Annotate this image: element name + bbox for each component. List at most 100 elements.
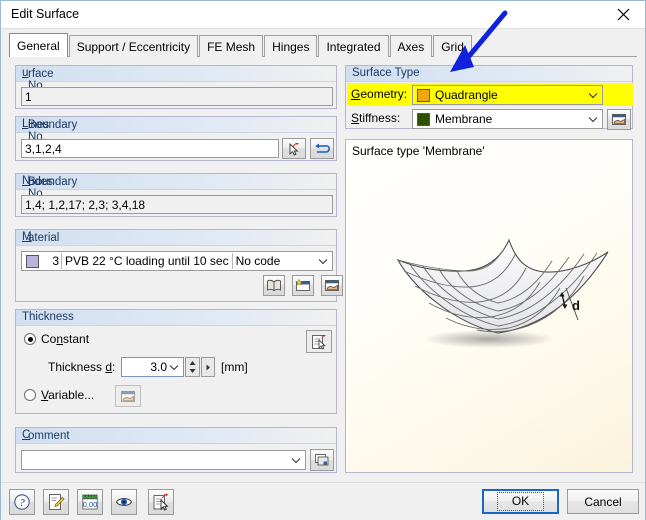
tab-support-eccentricity[interactable]: Support / Eccentricity	[68, 35, 199, 57]
stiffness-combobox[interactable]: Membrane	[412, 109, 603, 129]
title-bar: Edit Surface	[1, 1, 645, 29]
dialog-content: urface No. 1 Boundary Lines No. 3,1,2,4	[1, 57, 645, 482]
edit-material-icon	[325, 280, 339, 291]
comment-library-button[interactable]	[310, 449, 334, 471]
pencil-edit-icon	[49, 494, 65, 510]
stiffness-edit-button[interactable]	[607, 109, 631, 130]
constant-label-pre: Co	[41, 332, 57, 346]
tab-list: General Support / Eccentricity FE Mesh H…	[9, 33, 473, 57]
surface-no-caption-text: u rface No.	[22, 67, 54, 92]
tab-fe-mesh[interactable]: FE Mesh	[199, 35, 264, 57]
edit-button[interactable]	[43, 489, 69, 515]
boundary-nodes-caption: Boundary Nodes No.	[16, 174, 336, 200]
stiffness-label-post: tiffness:	[359, 111, 401, 125]
boundary-lines-caption: Boundary Lines No.	[16, 117, 336, 143]
view-button[interactable]	[111, 489, 137, 515]
tab-general[interactable]: General	[9, 33, 68, 57]
thickness-d-label-pre: Thickness	[48, 360, 106, 374]
comment-library-icon	[314, 454, 328, 466]
help-question-icon: ?	[14, 494, 30, 510]
chevron-down-icon	[318, 259, 328, 265]
edit-surface-dialog: Edit Surface General Support / Eccentric…	[0, 0, 646, 520]
edit-stiffness-icon	[612, 114, 626, 125]
constant-label-post: stant	[63, 332, 90, 346]
window-title: Edit Surface	[11, 7, 80, 21]
boundary-nodes-caption-text: Boundary Nodes No.	[22, 175, 77, 200]
chevron-down-icon	[169, 365, 179, 371]
bottom-bar: ? 0,00 OK Cancel	[1, 482, 645, 520]
thickness-caption: Thickness	[16, 310, 336, 326]
new-material-icon	[295, 279, 310, 291]
surface-type-group: Surface Type Geometry: Quadrangle Stiffn…	[345, 65, 633, 130]
ok-button[interactable]: OK	[482, 489, 559, 514]
stiffness-color-swatch	[417, 112, 430, 126]
info-button[interactable]	[148, 489, 174, 515]
spinner-arrows-icon	[189, 361, 196, 373]
tab-axes[interactable]: Axes	[389, 35, 433, 57]
thickness-unit: [mm]	[221, 360, 248, 374]
close-icon-glyph	[617, 8, 629, 21]
thickness-variable-edit-button[interactable]	[115, 385, 141, 407]
units-button[interactable]: 0,00	[77, 489, 103, 515]
geometry-combobox[interactable]: Quadrangle	[412, 85, 603, 105]
illustration-panel: Surface type 'Membrane' d	[345, 139, 633, 473]
membrane-surface-illustration: d	[396, 238, 609, 348]
close-icon[interactable]	[601, 1, 645, 28]
chevron-down-icon	[588, 93, 598, 99]
line-loop-icon	[315, 143, 330, 153]
eye-view-icon	[115, 498, 133, 506]
material-edit-button[interactable]	[321, 275, 343, 296]
boundary-lines-loop-button[interactable]	[310, 138, 334, 159]
boundary-lines-pick-button[interactable]	[282, 138, 306, 159]
radio-dot-constant	[24, 333, 36, 345]
tab-strip: General Support / Eccentricity FE Mesh H…	[1, 29, 645, 57]
tab-integrated[interactable]: Integrated	[318, 35, 389, 57]
comment-combobox[interactable]	[21, 450, 306, 470]
surface-shadow	[423, 330, 555, 348]
thickness-annotation-d: d	[572, 298, 580, 313]
ok-button-label: OK	[496, 492, 545, 511]
thickness-constant-label: Constant	[41, 332, 89, 346]
document-cursor-icon	[153, 494, 169, 511]
tab-grid[interactable]: Grid	[433, 35, 472, 57]
boundary-lines-caption-text: Boundary Lines No.	[22, 118, 77, 143]
stiffness-value: Membrane	[435, 112, 493, 126]
thickness-table-button[interactable]	[306, 330, 332, 353]
thickness-value-combobox[interactable]: 3.0	[121, 357, 184, 377]
thickness-spinner[interactable]	[185, 357, 200, 377]
cancel-button-label: Cancel	[584, 494, 622, 509]
thickness-table-icon	[311, 334, 326, 350]
variable-label-post: ariable...	[48, 388, 95, 402]
stiffness-label: Stiffness:	[351, 111, 400, 125]
material-group: Material 3 PVB 22 °C loading until 10 se…	[15, 229, 343, 302]
arrow-right-icon	[206, 364, 210, 370]
surface-no-input[interactable]: 1	[21, 87, 333, 106]
comment-caption: Comment	[16, 428, 336, 444]
material-combobox[interactable]: 3 PVB 22 °C loading until 10 sec No code	[21, 251, 333, 271]
thickness-variable-label: Variable...	[41, 388, 94, 402]
boundary-nodes-input[interactable]: 1,4; 1,2,17; 2,3; 3,4,18	[21, 195, 333, 214]
units-ruler-icon: 0,00	[82, 494, 98, 510]
help-button[interactable]: ?	[9, 489, 35, 515]
material-library-button[interactable]	[263, 275, 285, 296]
chevron-down-icon	[291, 458, 301, 464]
thickness-next-button[interactable]	[201, 357, 215, 377]
geometry-label-accel: G	[351, 87, 361, 101]
boundary-lines-input[interactable]: 3,1,2,4	[21, 139, 279, 158]
thickness-variable-radio[interactable]: Variable...	[24, 388, 94, 402]
pick-cursor-icon	[289, 142, 299, 156]
thickness-constant-radio[interactable]: Constant	[24, 332, 89, 346]
surface-no-group: u rface No. 1	[15, 65, 337, 109]
boundary-nodes-group: Boundary Nodes No. 1,4; 1,2,17; 2,3; 3,4…	[15, 173, 337, 217]
radio-dot-variable	[24, 389, 36, 401]
material-new-button[interactable]	[292, 275, 314, 296]
geometry-color-swatch	[417, 88, 430, 102]
thickness-d-label-post: :	[112, 360, 116, 374]
comment-group: Comment	[15, 427, 337, 473]
membrane-mesh	[396, 238, 609, 334]
material-color-swatch	[26, 254, 39, 268]
cancel-button[interactable]: Cancel	[567, 489, 639, 514]
thickness-caption-text: Thickness	[22, 311, 74, 323]
tab-hinges[interactable]: Hinges	[264, 35, 318, 57]
material-number: 3	[52, 254, 59, 268]
